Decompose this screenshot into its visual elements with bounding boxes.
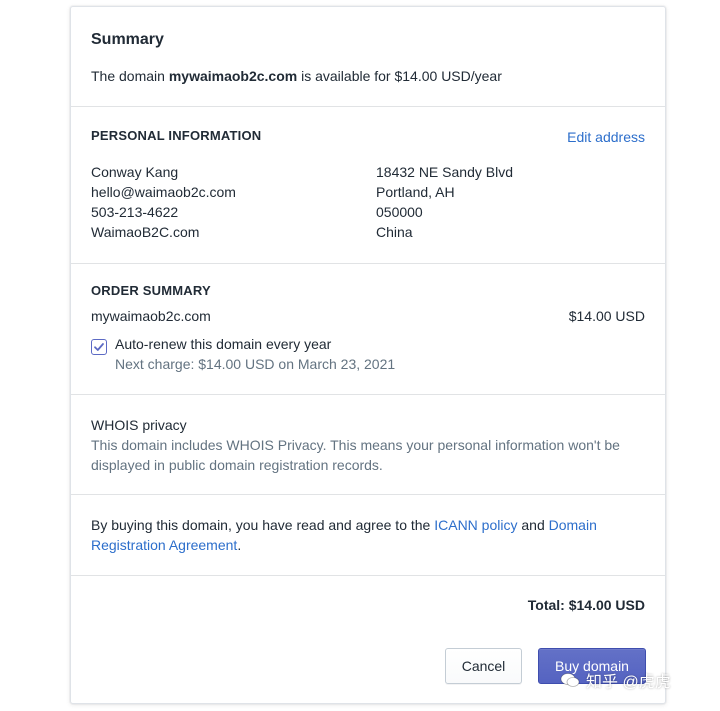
whois-section: WHOIS privacy This domain includes WHOIS… <box>71 395 665 495</box>
whois-description-line2: displayed in public domain registration … <box>91 457 383 473</box>
contact-phone: 503-213-4622 <box>91 204 179 220</box>
buy-domain-button[interactable]: Buy domain <box>538 648 646 684</box>
address-zip: 050000 <box>376 204 423 220</box>
icann-policy-link[interactable]: ICANN policy <box>434 517 517 533</box>
summary-domain: mywaimaob2c.com <box>168 68 298 84</box>
domain-registration-agreement-link-cont[interactable]: Registration Agreement <box>91 537 237 553</box>
agreement-prefix: By buying this domain, you have read and… <box>91 517 435 533</box>
agreement-line2: Registration Agreement. <box>91 537 241 553</box>
summary-section: Summary The domain mywaimaob2c.com is av… <box>71 7 665 107</box>
whois-title: WHOIS privacy <box>91 417 187 433</box>
address-country: China <box>376 224 413 240</box>
summary-title: Summary <box>91 31 164 48</box>
order-domain: mywaimaob2c.com <box>91 308 211 324</box>
whois-description-line1: This domain includes WHOIS Privacy. This… <box>91 437 620 453</box>
cancel-button[interactable]: Cancel <box>445 648 522 684</box>
buy-domain-card: Summary The domain mywaimaob2c.com is av… <box>70 6 666 704</box>
address-city-state: Portland, AH <box>376 184 455 200</box>
agreement-and: and <box>517 517 549 533</box>
agreement-line1: By buying this domain, you have read and… <box>91 517 597 533</box>
next-charge-text: Next charge: $14.00 USD on March 23, 202… <box>115 356 396 372</box>
summary-text-prefix: The domain <box>91 68 169 84</box>
checkmark-icon <box>94 343 104 351</box>
summary-text: The domain mywaimaob2c.com is available … <box>91 68 502 84</box>
personal-info-section: PERSONAL INFORMATION Edit address Conway… <box>71 107 665 264</box>
auto-renew-label[interactable]: Auto-renew this domain every year <box>115 336 331 352</box>
agreement-section: By buying this domain, you have read and… <box>71 495 665 576</box>
summary-text-suffix: is available for $14.00 USD/year <box>297 68 502 84</box>
contact-name: Conway Kang <box>91 164 179 180</box>
personal-info-heading: PERSONAL INFORMATION <box>91 128 262 143</box>
edit-address-link[interactable]: Edit address <box>567 129 645 145</box>
total-label: Total: $14.00 USD <box>527 597 645 613</box>
contact-email: hello@waimaob2c.com <box>91 184 236 200</box>
address-street: 18432 NE Sandy Blvd <box>376 164 513 180</box>
order-price: $14.00 USD <box>568 308 645 324</box>
order-summary-heading: ORDER SUMMARY <box>91 283 211 298</box>
domain-registration-agreement-link[interactable]: Domain <box>549 517 597 533</box>
auto-renew-checkbox[interactable] <box>91 339 107 355</box>
contact-company: WaimaoB2C.com <box>91 224 200 240</box>
agreement-period: . <box>237 537 242 553</box>
order-summary-section: ORDER SUMMARY mywaimaob2c.com $14.00 USD… <box>71 264 665 395</box>
